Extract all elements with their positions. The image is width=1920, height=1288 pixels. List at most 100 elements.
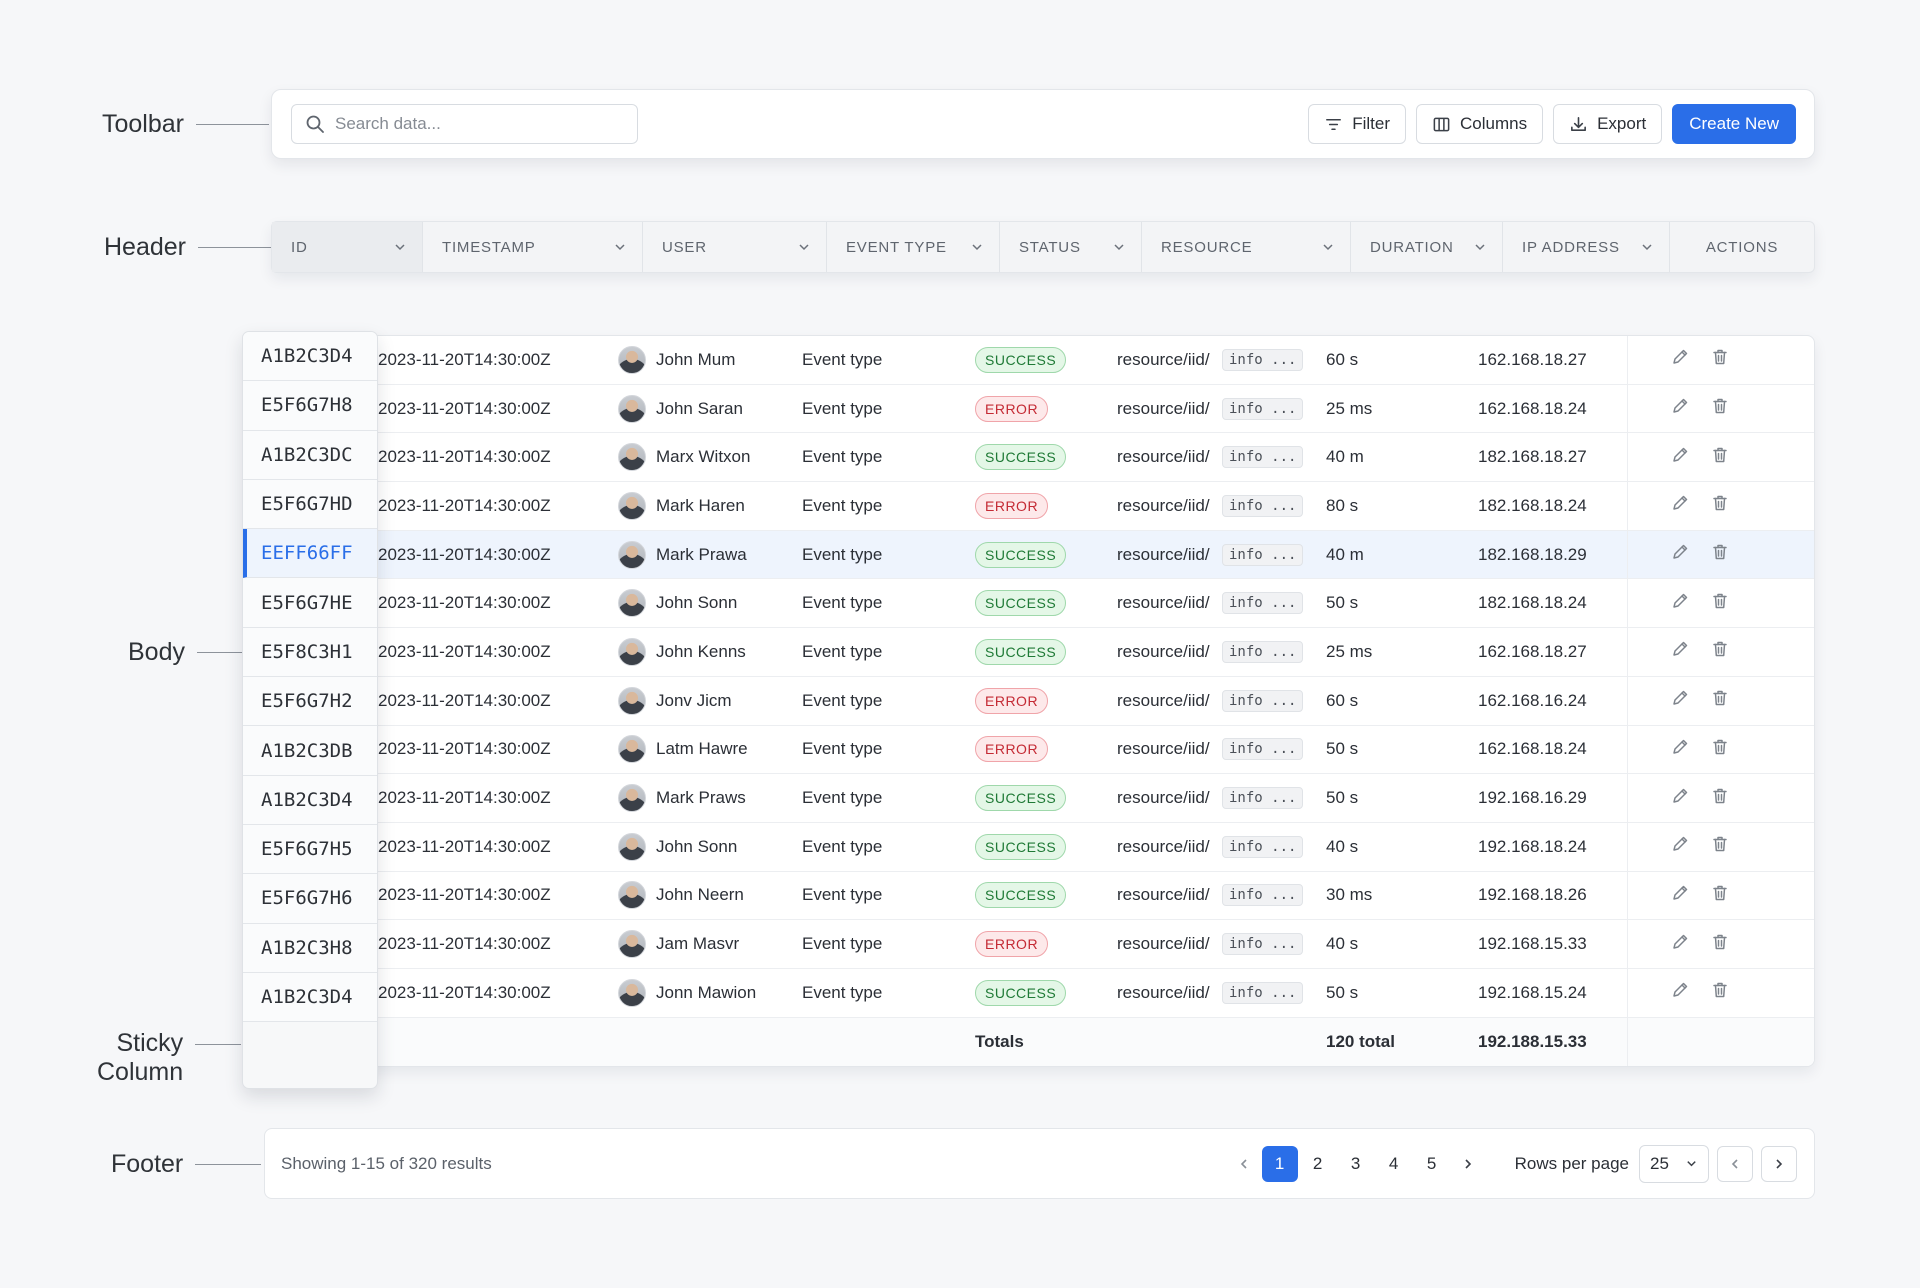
page-1-button[interactable]: 1 [1261, 1145, 1298, 1182]
edit-button[interactable] [1670, 591, 1690, 616]
page-5-button[interactable]: 5 [1414, 1146, 1450, 1182]
next-page-arrow[interactable] [1451, 1157, 1485, 1171]
table-row[interactable]: 2023-11-20T14:30:00Z John Neern Event type… [272, 871, 1814, 921]
pencil-icon[interactable] [1670, 834, 1690, 854]
pencil-icon[interactable] [1670, 932, 1690, 952]
edit-button[interactable] [1670, 980, 1690, 1005]
sticky-id-cell[interactable]: A1B2C3H8 [243, 923, 377, 973]
delete-button[interactable] [1710, 591, 1730, 616]
edit-button[interactable] [1670, 639, 1690, 664]
chevron-down-icon[interactable] [970, 240, 984, 254]
sticky-id-cell[interactable]: E5F6G7H6 [243, 874, 377, 924]
chevron-down-icon[interactable] [393, 240, 407, 254]
resource-info-chip[interactable]: info ... [1222, 397, 1304, 420]
edit-button[interactable] [1670, 445, 1690, 470]
search-box[interactable] [291, 104, 638, 144]
edit-button[interactable] [1670, 786, 1690, 811]
resource-info-chip[interactable]: info ... [1222, 689, 1304, 712]
resource-info-chip[interactable]: info ... [1222, 543, 1304, 566]
sticky-id-cell[interactable]: A1B2C3DB [243, 726, 377, 776]
chevron-down-icon[interactable] [1112, 240, 1126, 254]
table-row[interactable]: 2023-11-20T14:30:00Z Marx Witxon Event typ… [272, 433, 1814, 483]
resource-info-chip[interactable]: info ... [1222, 884, 1304, 907]
sticky-id-cell[interactable]: E5F8C3H1 [243, 627, 377, 678]
columns-button[interactable]: Columns [1416, 104, 1544, 144]
export-button[interactable]: Export [1553, 104, 1663, 144]
trash-icon[interactable] [1710, 688, 1730, 708]
sticky-id-cell[interactable]: E5F6G7H8 [243, 381, 377, 431]
trash-icon[interactable] [1710, 493, 1730, 513]
next-page-button[interactable] [1761, 1145, 1797, 1182]
column-header-resource[interactable]: RESOURCE [1142, 222, 1351, 272]
table-row[interactable]: 2023-11-20T14:30:00Z John Kenns Event type… [272, 628, 1814, 677]
rows-per-page-select[interactable]: 25 [1639, 1144, 1709, 1183]
pencil-icon[interactable] [1670, 347, 1690, 367]
edit-button[interactable] [1670, 396, 1690, 421]
edit-button[interactable] [1670, 883, 1690, 908]
edit-button[interactable] [1670, 493, 1690, 518]
delete-button[interactable] [1710, 786, 1730, 811]
column-header-event-type[interactable]: EVENT TYPE [827, 222, 1000, 272]
pencil-icon[interactable] [1670, 639, 1690, 659]
sticky-id-cell[interactable]: E5F6G7H2 [243, 677, 377, 727]
resource-info-chip[interactable]: info ... [1222, 933, 1304, 956]
column-header-status[interactable]: STATUS [1000, 222, 1142, 272]
edit-button[interactable] [1670, 834, 1690, 859]
table-row[interactable]: 2023-11-20T14:30:00Z John Sonn Event type S… [272, 579, 1814, 629]
pencil-icon[interactable] [1670, 980, 1690, 1000]
edit-button[interactable] [1670, 542, 1690, 567]
column-header-timestamp[interactable]: TIMESTAMP [423, 222, 643, 272]
edit-button[interactable] [1670, 932, 1690, 957]
pencil-icon[interactable] [1670, 396, 1690, 416]
trash-icon[interactable] [1710, 786, 1730, 806]
chevron-down-icon[interactable] [797, 240, 811, 254]
resource-info-chip[interactable]: info ... [1222, 494, 1304, 517]
search-input[interactable] [335, 114, 625, 134]
pencil-icon[interactable] [1670, 883, 1690, 903]
trash-icon[interactable] [1710, 932, 1730, 952]
pencil-icon[interactable] [1670, 542, 1690, 562]
pencil-icon[interactable] [1670, 786, 1690, 806]
delete-button[interactable] [1710, 396, 1730, 421]
sticky-id-cell[interactable]: A1B2C3D4 [243, 332, 377, 382]
pencil-icon[interactable] [1670, 591, 1690, 611]
table-row[interactable]: 2023-11-20T14:30:00Z Mark Haren Event type… [272, 482, 1814, 531]
prev-page-button[interactable] [1717, 1145, 1753, 1182]
table-row[interactable]: 2023-11-20T14:30:00Z Mark Prawa Event type… [272, 530, 1814, 580]
delete-button[interactable] [1710, 980, 1730, 1005]
sticky-id-cell[interactable]: A1B2C3DC [243, 430, 377, 480]
resource-info-chip[interactable]: info ... [1222, 592, 1304, 615]
chevron-down-icon[interactable] [1640, 240, 1654, 254]
pencil-icon[interactable] [1670, 493, 1690, 513]
create-new-button[interactable]: Create New [1672, 104, 1796, 144]
chevron-down-icon[interactable] [1321, 240, 1335, 254]
filter-button[interactable]: Filter [1308, 104, 1406, 144]
pencil-icon[interactable] [1670, 688, 1690, 708]
sticky-id-cell[interactable]: E5F6G7HE [243, 578, 377, 628]
delete-button[interactable] [1710, 834, 1730, 859]
trash-icon[interactable] [1710, 591, 1730, 611]
table-row[interactable]: 2023-11-20T14:30:00Z John Saran Event type… [272, 384, 1814, 434]
delete-button[interactable] [1710, 493, 1730, 518]
trash-icon[interactable] [1710, 737, 1730, 757]
column-header-id[interactable]: ID [272, 222, 423, 272]
delete-button[interactable] [1710, 639, 1730, 664]
column-header-ip-address[interactable]: IP ADDRESS [1503, 222, 1670, 272]
table-row[interactable]: 2023-11-20T14:30:00Z Mark Praws Event type… [272, 774, 1814, 823]
table-row[interactable]: 2023-11-20T14:30:00Z Jonv Jicm Event type E… [272, 676, 1814, 726]
column-header-user[interactable]: USER [643, 222, 827, 272]
table-row[interactable]: 2023-11-20T14:30:00Z John Sonn Event type S… [272, 822, 1814, 872]
column-header-duration[interactable]: DURATION [1351, 222, 1503, 272]
resource-info-chip[interactable]: info ... [1222, 738, 1304, 761]
resource-info-chip[interactable]: info ... [1222, 348, 1304, 371]
delete-button[interactable] [1710, 932, 1730, 957]
trash-icon[interactable] [1710, 834, 1730, 854]
delete-button[interactable] [1710, 347, 1730, 372]
delete-button[interactable] [1710, 883, 1730, 908]
pencil-icon[interactable] [1670, 445, 1690, 465]
resource-info-chip[interactable]: info ... [1222, 835, 1304, 858]
delete-button[interactable] [1710, 542, 1730, 567]
trash-icon[interactable] [1710, 347, 1730, 367]
table-row[interactable]: 2023-11-20T14:30:00Z Jonn Mawion Event typ… [272, 968, 1814, 1018]
sticky-id-cell[interactable]: A1B2C3D4 [243, 972, 377, 1023]
